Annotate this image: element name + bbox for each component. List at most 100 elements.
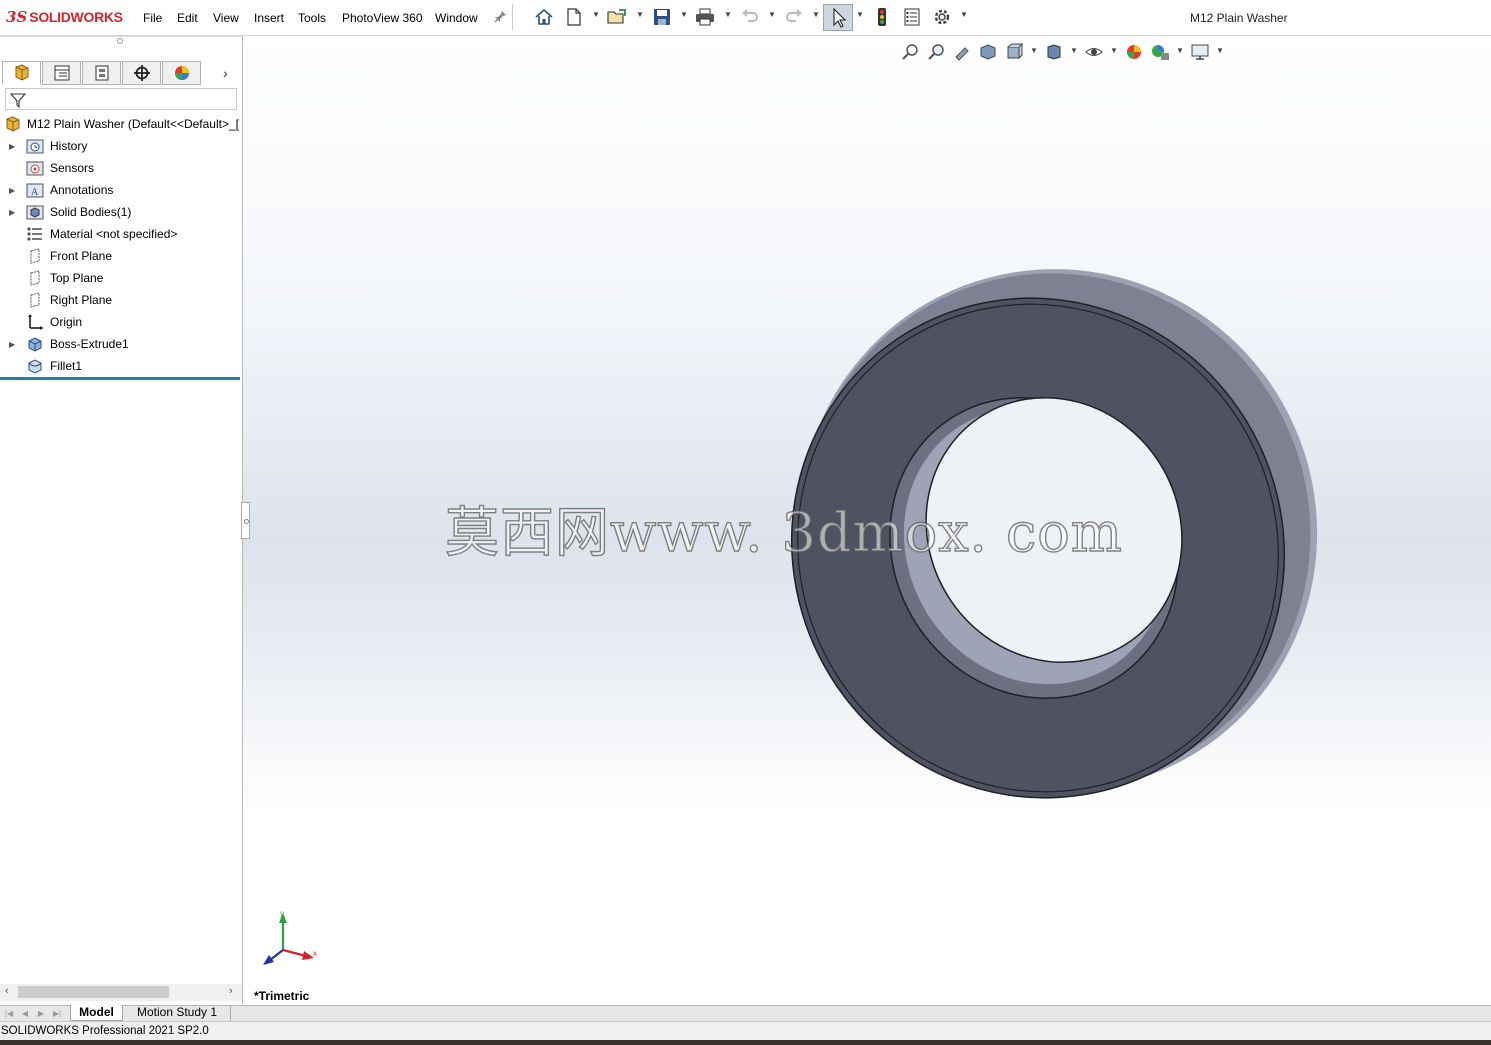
part-icon <box>4 115 22 133</box>
tree-item-label: Fillet1 <box>50 359 83 373</box>
triad-y-label: y <box>280 909 284 918</box>
version-status-text: SOLIDWORKS Professional 2021 SP2.0 <box>1 1025 209 1037</box>
menu-insert[interactable]: Insert <box>254 11 284 25</box>
expand-arrow-icon[interactable]: ▶ <box>9 340 15 349</box>
tab-configuration-manager[interactable] <box>82 61 121 85</box>
file-properties-icon[interactable] <box>901 6 923 28</box>
tree-item-label: Annotations <box>50 183 114 197</box>
menu-edit[interactable]: Edit <box>177 11 198 25</box>
tab-prev-icon[interactable]: ◀ <box>19 1007 31 1019</box>
chevron-right-icon[interactable]: › <box>223 65 228 81</box>
solid-bodies-folder-icon <box>26 203 44 221</box>
tree-item-fillet1[interactable]: Fillet1 <box>0 355 242 377</box>
tree-item-front-plane[interactable]: Front Plane <box>0 245 242 267</box>
tree-item-solid-bodies-1[interactable]: ▶ Solid Bodies(1) <box>0 201 242 223</box>
undo-dropdown-icon[interactable]: ▼ <box>768 10 776 19</box>
tab-feature-manager[interactable] <box>2 61 41 85</box>
save-dropdown-icon[interactable]: ▼ <box>680 10 688 19</box>
tree-item-history[interactable]: ▶ History <box>0 135 242 157</box>
display-style-dropdown-icon[interactable]: ▼ <box>1070 46 1078 55</box>
solidworks-logo[interactable]: 3S SOLIDWORKS <box>6 7 123 27</box>
pin-icon[interactable] <box>489 6 511 28</box>
tree-item-top-plane[interactable]: Top Plane <box>0 267 242 289</box>
tree-item-right-plane[interactable]: Right Plane <box>0 289 242 311</box>
rebuild-icon[interactable] <box>871 6 893 28</box>
rollback-bar[interactable] <box>0 377 240 380</box>
scrollbar-thumb[interactable] <box>18 986 169 998</box>
display-manager-tab-icon <box>174 66 189 80</box>
tree-root-part[interactable]: M12 Plain Washer (Default<<Default>_[ <box>0 113 242 135</box>
annotations-folder-icon: A <box>26 181 44 199</box>
dimxpert-manager-tab-icon <box>133 65 150 81</box>
tree-item-annotations[interactable]: ▶ A Annotations <box>0 179 242 201</box>
previous-view-icon[interactable] <box>952 42 972 62</box>
tab-next-icon[interactable]: ▶ <box>35 1007 47 1019</box>
expand-arrow-icon[interactable]: ▶ <box>9 142 15 151</box>
display-style-icon[interactable] <box>1044 42 1064 62</box>
save-icon[interactable] <box>651 6 673 28</box>
triad-x-label: x <box>313 949 317 958</box>
view-orientation-dropdown-icon[interactable]: ▼ <box>1030 46 1038 55</box>
menu-tools[interactable]: Tools <box>298 11 326 25</box>
reference-triad: y x <box>263 909 317 965</box>
view-settings-dropdown-icon[interactable]: ▼ <box>1216 46 1224 55</box>
panel-splitter-grip[interactable] <box>0 36 242 45</box>
history-folder-icon <box>26 137 44 155</box>
new-dropdown-icon[interactable]: ▼ <box>592 10 600 19</box>
select-icon <box>833 7 847 28</box>
view-orientation-icon[interactable] <box>1004 42 1024 62</box>
plane-icon <box>26 269 44 287</box>
expand-arrow-icon[interactable]: ▶ <box>9 208 15 217</box>
view-orientation-label: *Trimetric <box>254 989 310 1003</box>
feature-manager-tab-icon <box>15 64 28 81</box>
select-dropdown-icon[interactable]: ▼ <box>856 10 864 19</box>
options-dropdown-icon[interactable]: ▼ <box>960 10 968 19</box>
home-icon[interactable] <box>533 6 555 28</box>
open-icon[interactable] <box>606 6 628 28</box>
view-settings-icon[interactable] <box>1190 42 1210 62</box>
open-dropdown-icon[interactable]: ▼ <box>636 10 644 19</box>
tree-item-origin[interactable]: Origin <box>0 311 242 333</box>
redo-dropdown-icon[interactable]: ▼ <box>812 10 820 19</box>
tree-item-sensors[interactable]: Sensors <box>0 157 242 179</box>
tab-last-icon[interactable]: ▶| <box>51 1007 63 1019</box>
select-button[interactable] <box>823 4 853 31</box>
undo-icon[interactable] <box>739 6 761 28</box>
scroll-left-icon[interactable]: ‹ <box>5 985 9 997</box>
zoom-to-area-icon[interactable] <box>926 42 946 62</box>
tab-dimxpert-manager[interactable] <box>122 61 161 85</box>
tree-item-label: History <box>50 139 88 153</box>
menu-window[interactable]: Window <box>435 11 478 25</box>
tab-display-manager[interactable] <box>162 61 201 85</box>
print-dropdown-icon[interactable]: ▼ <box>724 10 732 19</box>
panel-collapse-handle[interactable] <box>241 502 250 539</box>
brand-name: SOLIDWORKS <box>29 9 123 25</box>
tree-item-label: Solid Bodies(1) <box>50 205 132 219</box>
edit-appearance-icon[interactable] <box>1124 42 1144 62</box>
scroll-right-icon[interactable]: › <box>229 985 233 997</box>
tree-filter[interactable] <box>5 88 237 110</box>
tab-property-manager[interactable] <box>42 61 81 85</box>
tab-model[interactable]: Model <box>70 1005 123 1021</box>
configuration-manager-tab-icon <box>95 65 108 81</box>
menu-view[interactable]: View <box>213 11 239 25</box>
expand-arrow-icon[interactable]: ▶ <box>9 186 15 195</box>
tree-item-material-not-specified[interactable]: Material <not specified> <box>0 223 242 245</box>
menu-photoview-360[interactable]: PhotoView 360 <box>342 11 423 25</box>
tab-motion-study-1[interactable]: Motion Study 1 <box>124 1005 231 1021</box>
hide-show-dropdown-icon[interactable]: ▼ <box>1110 46 1118 55</box>
menu-file[interactable]: File <box>143 11 162 25</box>
apply-scene-dropdown-icon[interactable]: ▼ <box>1176 46 1184 55</box>
new-document-icon[interactable] <box>563 6 585 28</box>
options-icon[interactable] <box>931 6 953 28</box>
filter-icon <box>10 93 26 108</box>
hide-show-items-icon[interactable] <box>1084 42 1104 62</box>
print-icon[interactable] <box>694 6 716 28</box>
tree-item-boss-extrude1[interactable]: ▶ Boss-Extrude1 <box>0 333 242 355</box>
tab-first-icon[interactable]: |◀ <box>3 1007 15 1019</box>
apply-scene-icon[interactable] <box>1150 42 1170 62</box>
section-view-icon[interactable] <box>978 42 998 62</box>
redo-icon[interactable] <box>783 6 805 28</box>
zoom-to-fit-icon[interactable] <box>900 42 920 62</box>
svg-text:A: A <box>31 187 39 198</box>
